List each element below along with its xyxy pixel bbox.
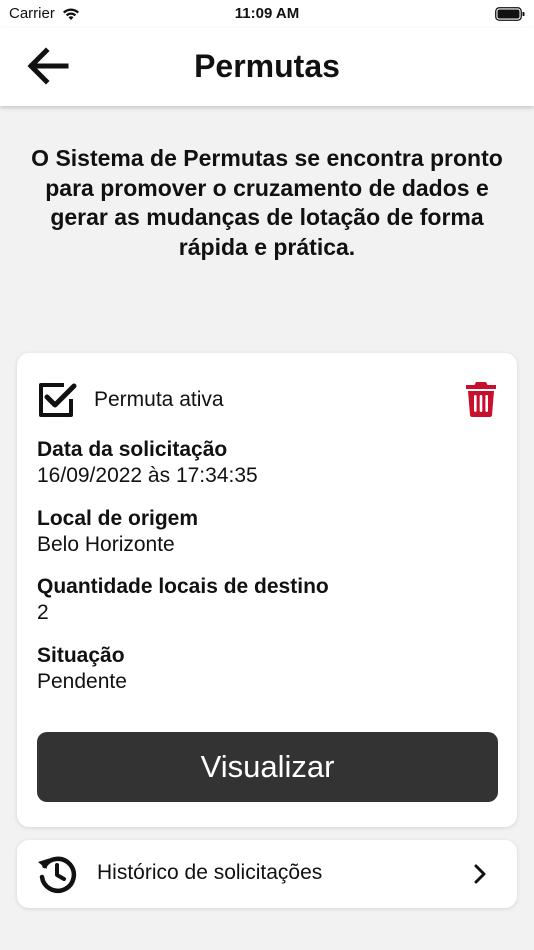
history-button[interactable]: Histórico de solicitações (17, 840, 517, 908)
field-request-date: Data da solicitação 16/09/2022 às 17:34:… (37, 437, 258, 489)
field-label: Quantidade locais de destino (37, 575, 329, 598)
delete-button[interactable] (463, 379, 499, 419)
active-permuta-label: Permuta ativa (94, 388, 224, 411)
checkbox-checked-icon[interactable] (37, 381, 77, 419)
active-permuta-row: Permuta ativa (37, 381, 224, 419)
trash-icon (466, 382, 496, 417)
intro-text: O Sistema de Permutas se encontra pronto… (31, 145, 503, 260)
view-button[interactable]: Visualizar (37, 732, 498, 802)
field-label: Data da solicitação (37, 438, 228, 461)
status-time: 11:09 AM (234, 5, 300, 22)
field-origin: Local de origem Belo Horizonte (37, 506, 198, 558)
permuta-card: Permuta ativa Data da solicitação 16/09/… (17, 353, 517, 827)
page-title: Permutas (194, 48, 340, 84)
field-value: Pendente (37, 670, 127, 693)
field-label: Local de origem (37, 507, 199, 530)
nav-bar: Permutas (0, 28, 534, 106)
field-status: Situação Pendente (37, 643, 127, 695)
chevron-right-icon (474, 864, 486, 884)
history-icon (38, 856, 77, 894)
field-value: 2 (37, 601, 49, 624)
battery-icon (495, 7, 525, 21)
field-value: 16/09/2022 às 17:34:35 (37, 464, 258, 487)
history-label: Histórico de solicitações (97, 861, 323, 884)
field-destination-count: Quantidade locais de destino 2 (37, 574, 329, 626)
status-bar: Carrier 11:09 AM (0, 0, 534, 28)
field-label: Situação (37, 644, 125, 667)
field-value: Belo Horizonte (37, 533, 175, 556)
